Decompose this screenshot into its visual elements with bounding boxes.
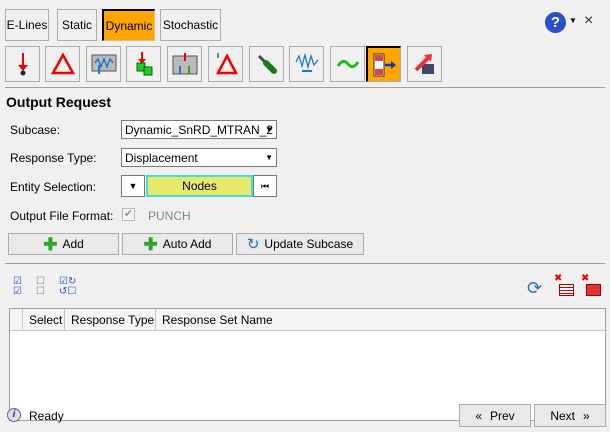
deselect-all-icon[interactable]: ☐ ☐ — [36, 277, 45, 297]
wave-box-icon — [91, 54, 116, 74]
spcd-button[interactable] — [208, 46, 243, 82]
table-header: Select Response Type Response Set Name — [10, 309, 605, 331]
row-header-column — [10, 309, 23, 331]
sine-button[interactable] — [330, 46, 365, 82]
delete-all-icon[interactable]: ✖ — [581, 273, 605, 299]
chevron-down-icon: ▼ — [265, 125, 273, 134]
response-type-value: Displacement — [125, 150, 198, 165]
random-button[interactable] — [289, 46, 324, 82]
info-icon: i — [7, 408, 21, 422]
random-wave-icon — [294, 52, 319, 72]
next-icon: » — [583, 408, 590, 423]
response-type-label: Response Type: — [10, 151, 97, 165]
tab-dynamic[interactable]: Dynamic — [102, 9, 155, 41]
subcase-select[interactable]: Dynamic_SnRD_MTRAN_2 ▼ — [121, 120, 277, 139]
subcase-value: Dynamic_SnRD_MTRAN_2 — [125, 122, 274, 137]
excitation-icon — [172, 53, 197, 75]
invert-selection-icon[interactable]: ☑↻ ↺☐ — [59, 277, 76, 297]
entity-selection-label: Entity Selection: — [10, 180, 97, 194]
tab-stochastic[interactable]: Stochastic — [160, 9, 221, 41]
prev-label: Prev — [490, 408, 515, 423]
plus-icon: ✚ — [143, 234, 158, 254]
divider — [5, 87, 605, 88]
refresh-icon: ↻ — [246, 236, 260, 253]
punch-checkbox[interactable]: ✔ — [122, 208, 135, 221]
help-dropdown-icon[interactable]: ▼ — [569, 16, 577, 25]
force-arrow-icon — [17, 53, 28, 76]
reset-selection-button[interactable]: ⏮ — [253, 175, 277, 197]
select-all-icon[interactable]: ☑ ☑ — [13, 277, 22, 297]
chevron-down-icon: ▼ — [265, 153, 273, 162]
plus-icon: ✚ — [43, 234, 58, 254]
refresh-table-icon[interactable]: ⟳ — [527, 278, 542, 299]
subcase-label: Subcase: — [10, 123, 61, 137]
screwdriver-icon — [257, 54, 277, 74]
add-button[interactable]: ✚ Add — [8, 233, 119, 255]
update-subcase-button[interactable]: ↻ Update Subcase — [236, 233, 364, 255]
next-label: Next — [550, 408, 575, 423]
auto-add-button[interactable]: ✚ Auto Add — [122, 233, 233, 255]
help-icon[interactable]: ? — [545, 12, 566, 33]
excitation-button[interactable] — [167, 46, 202, 82]
response-type-select[interactable]: Displacement ▼ — [121, 148, 277, 167]
add-label: Add — [62, 237, 84, 251]
dload-button[interactable] — [126, 46, 161, 82]
section-title: Output Request — [6, 94, 111, 110]
column-select[interactable]: Select — [23, 309, 65, 331]
triangle-icon — [50, 52, 75, 75]
entity-type-dropdown[interactable]: ▼ — [121, 175, 145, 197]
output-table-icon — [373, 53, 396, 76]
tab-elines[interactable]: E-Lines — [5, 9, 49, 41]
damper-button[interactable] — [249, 46, 284, 82]
delete-rows-icon[interactable]: ✖ — [554, 273, 578, 299]
divider — [5, 263, 605, 264]
spc-button[interactable] — [45, 46, 80, 82]
load-blocks-icon — [136, 52, 152, 76]
close-icon[interactable]: × — [584, 12, 593, 30]
status-text: Ready — [29, 409, 64, 423]
sine-wave-icon — [336, 59, 359, 69]
triangle-prime-icon — [215, 53, 238, 75]
prev-icon: « — [475, 408, 482, 423]
auto-add-label: Auto Add — [162, 237, 212, 251]
load-force-button[interactable] — [5, 46, 40, 82]
column-response-set-name[interactable]: Response Set Name — [156, 309, 296, 331]
update-subcase-label: Update Subcase — [264, 237, 354, 251]
export-button[interactable] — [407, 46, 442, 82]
entity-selector[interactable]: Nodes — [146, 175, 253, 197]
next-button[interactable]: Next » — [534, 404, 606, 427]
tab-static[interactable]: Static — [57, 9, 97, 41]
prev-button[interactable]: « Prev — [459, 404, 531, 427]
frequency-button[interactable] — [86, 46, 121, 82]
punch-label: PUNCH — [148, 209, 191, 223]
column-response-type[interactable]: Response Type — [65, 309, 156, 331]
output-request-button[interactable] — [366, 46, 401, 82]
output-format-label: Output File Format: — [10, 209, 114, 223]
export-arrow-icon — [414, 54, 434, 74]
